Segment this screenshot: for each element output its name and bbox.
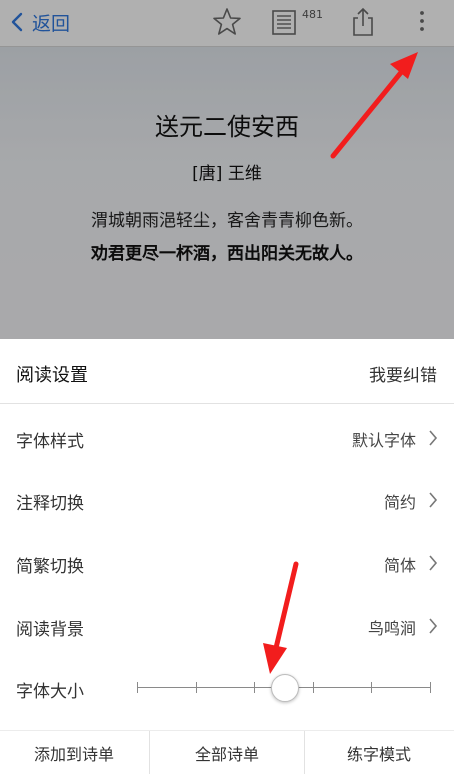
- chevron-right-icon: [429, 430, 438, 446]
- slider-tick: [196, 682, 197, 693]
- setting-label: 注释切换: [16, 494, 84, 514]
- slider-tick: [254, 682, 255, 693]
- slider-tick: [371, 682, 372, 693]
- dimmed-overlay[interactable]: [0, 0, 454, 339]
- setting-row-font-style[interactable]: 字体样式 默认字体: [0, 407, 454, 469]
- sheet-header: 阅读设置 我要纠错: [0, 339, 454, 404]
- setting-row-background[interactable]: 阅读背景 鸟鸣涧: [0, 595, 454, 657]
- font-size-row: 字体大小: [0, 657, 454, 717]
- slider-thumb[interactable]: [271, 674, 299, 702]
- font-size-slider[interactable]: [137, 674, 431, 702]
- setting-value: 默认字体: [351, 431, 416, 450]
- chevron-right-icon: [429, 555, 438, 571]
- sheet-title: 阅读设置: [16, 365, 88, 386]
- setting-value: 简约: [383, 493, 416, 512]
- report-error-button[interactable]: 我要纠错: [369, 361, 437, 386]
- setting-label: 阅读背景: [16, 620, 84, 640]
- chevron-right-icon: [429, 492, 438, 508]
- setting-value: 简体: [383, 556, 416, 575]
- practice-mode-button[interactable]: 练字模式: [304, 731, 454, 774]
- slider-tick: [430, 682, 431, 693]
- setting-label: 简繁切换: [16, 557, 84, 577]
- chevron-right-icon: [429, 618, 438, 634]
- all-lists-button[interactable]: 全部诗单: [149, 731, 305, 774]
- font-size-label: 字体大小: [16, 682, 84, 702]
- reading-settings-sheet: 阅读设置 我要纠错 字体样式 默认字体 注释切换 简约 简繁切换 简体 阅读背景…: [0, 339, 454, 774]
- bottom-action-bar: 添加到诗单 全部诗单 练字模式: [0, 730, 454, 774]
- add-to-list-button[interactable]: 添加到诗单: [0, 731, 148, 774]
- setting-row-annotation[interactable]: 注释切换 简约: [0, 469, 454, 531]
- setting-row-script[interactable]: 简繁切换 简体: [0, 532, 454, 594]
- slider-tick: [313, 682, 314, 693]
- setting-value: 鸟鸣涧: [367, 619, 416, 638]
- slider-tick: [137, 682, 138, 693]
- setting-label: 字体样式: [16, 432, 84, 452]
